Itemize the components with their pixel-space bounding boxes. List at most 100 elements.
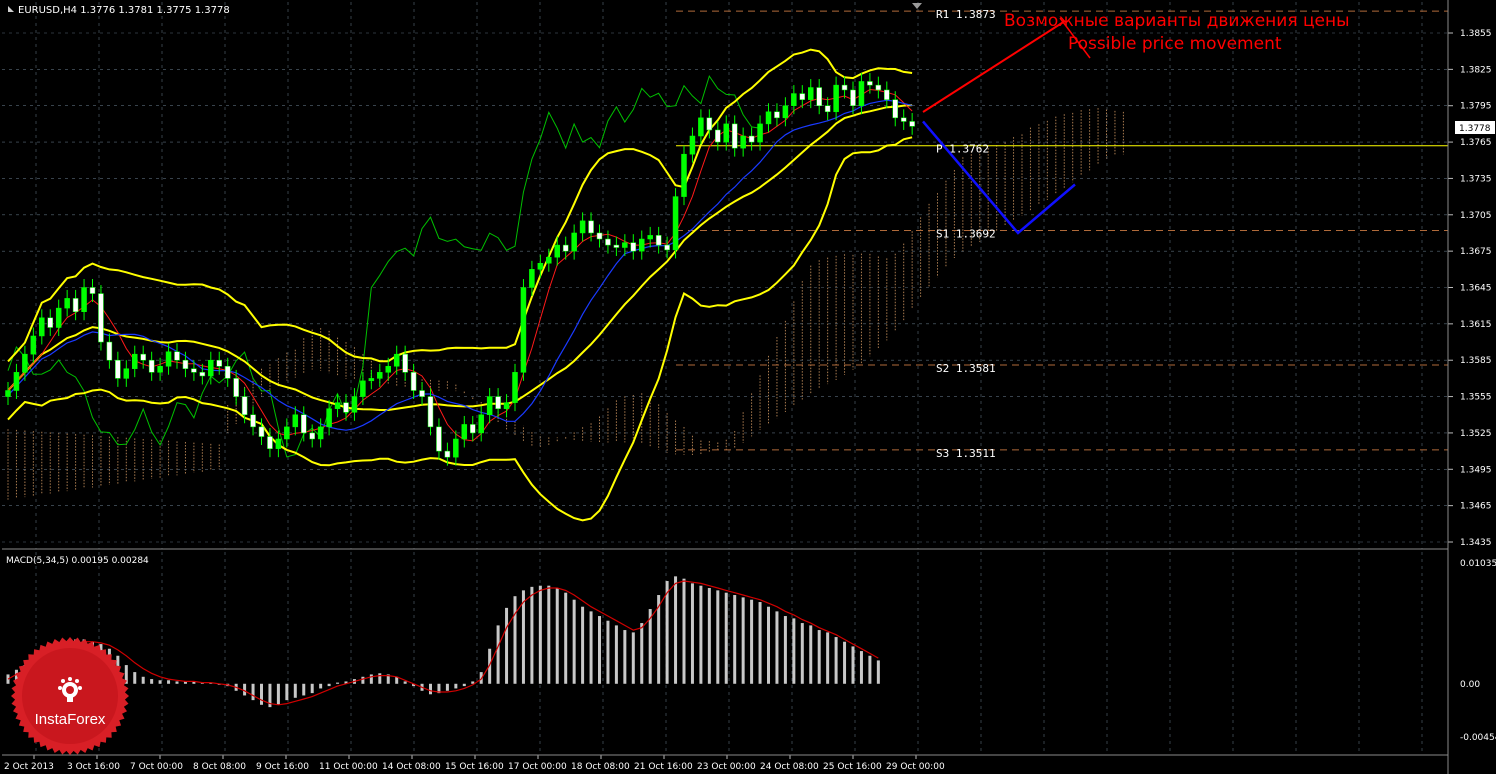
macd-bar bbox=[530, 586, 534, 684]
candle-body bbox=[655, 235, 662, 246]
macd-bar bbox=[581, 606, 585, 684]
candle-body bbox=[850, 89, 856, 106]
candle-body bbox=[199, 372, 206, 377]
candle-body bbox=[81, 287, 87, 312]
macd-bar bbox=[462, 683, 466, 687]
candle-body bbox=[495, 396, 501, 409]
candle-body bbox=[816, 87, 822, 106]
macd-bar bbox=[826, 632, 830, 684]
instaforex-logo: InstaForex bbox=[11, 637, 129, 755]
macd-bar bbox=[251, 683, 255, 701]
candle-body bbox=[55, 307, 62, 328]
candle-body bbox=[689, 135, 696, 155]
price-tick-label: 1.3495 bbox=[1460, 465, 1492, 475]
candle-body bbox=[224, 366, 231, 379]
candle-body bbox=[571, 232, 577, 252]
candle-body bbox=[630, 242, 637, 252]
macd-bar bbox=[792, 618, 796, 684]
trading-chart[interactable]: R1 1.3873P 1.3762S1 1.3692S2 1.3581S3 1.… bbox=[0, 0, 1496, 774]
candle-body bbox=[554, 244, 560, 258]
candle-body bbox=[72, 298, 79, 312]
candle-body bbox=[402, 353, 408, 373]
macd-bar bbox=[733, 595, 737, 684]
candle-body bbox=[47, 317, 53, 328]
macd-bar bbox=[606, 620, 610, 684]
time-tick-label: 23 Oct 00:00 bbox=[697, 762, 756, 772]
time-tick-label: 2 Oct 2013 bbox=[4, 762, 54, 772]
current-price-label: 1.3778 bbox=[1459, 124, 1491, 134]
macd-tick-label: -0.00454 bbox=[1460, 733, 1496, 743]
candle-body bbox=[791, 93, 797, 106]
macd-bar bbox=[243, 683, 247, 696]
candle-body bbox=[267, 436, 273, 449]
macd-bar bbox=[378, 673, 382, 684]
macd-bar bbox=[589, 611, 593, 684]
candle-body bbox=[799, 93, 806, 100]
macd-bar bbox=[327, 683, 331, 687]
candle-body bbox=[351, 396, 358, 413]
pivot-label-s1: S1 1.3692 bbox=[936, 228, 996, 241]
price-tick-label: 1.3855 bbox=[1460, 29, 1492, 39]
candle-body bbox=[529, 269, 535, 288]
macd-bar bbox=[564, 592, 568, 684]
candle-body bbox=[165, 351, 172, 367]
price-tick-label: 1.3765 bbox=[1460, 138, 1492, 148]
macd-bar bbox=[319, 683, 323, 689]
time-tick-label: 15 Oct 16:00 bbox=[445, 762, 504, 772]
macd-bar bbox=[293, 683, 297, 698]
pivot-label-s2: S2 1.3581 bbox=[936, 362, 996, 375]
candle-body bbox=[647, 235, 653, 240]
candle-body bbox=[157, 366, 163, 373]
macd-bar bbox=[843, 641, 847, 684]
time-tick-label: 7 Oct 00:00 bbox=[130, 762, 183, 772]
candle-body bbox=[233, 378, 239, 397]
candle-body bbox=[909, 121, 915, 127]
candle-body bbox=[115, 359, 121, 379]
candle-body bbox=[334, 402, 341, 409]
candle-body bbox=[326, 408, 332, 428]
macd-bar bbox=[310, 683, 314, 694]
candle-body bbox=[900, 117, 907, 122]
price-tick-label: 1.3705 bbox=[1460, 211, 1492, 221]
candle-body bbox=[478, 414, 484, 434]
candle-body bbox=[292, 414, 299, 428]
candle-body bbox=[393, 353, 400, 367]
price-tick-label: 1.3585 bbox=[1460, 356, 1492, 366]
candle-body bbox=[858, 81, 865, 106]
macd-header: MACD(5,34,5) 0.00195 0.00284 bbox=[6, 556, 149, 566]
macd-bar bbox=[876, 660, 880, 684]
candle-body bbox=[639, 238, 645, 252]
chart-background bbox=[0, 0, 1496, 774]
macd-bar bbox=[665, 581, 669, 684]
macd-bar bbox=[285, 683, 289, 701]
time-tick-label: 3 Oct 16:00 bbox=[67, 762, 120, 772]
macd-bar bbox=[690, 583, 694, 684]
candle-body bbox=[436, 426, 442, 452]
candle-body bbox=[250, 414, 256, 428]
candle-body bbox=[89, 287, 96, 294]
candle-body bbox=[241, 396, 248, 416]
macd-bar bbox=[555, 588, 559, 684]
candle-body bbox=[698, 117, 704, 137]
candle-body bbox=[706, 117, 713, 131]
candle-body bbox=[867, 81, 873, 86]
price-tick-label: 1.3795 bbox=[1460, 102, 1492, 112]
macd-bar bbox=[302, 683, 306, 696]
candle-body bbox=[377, 372, 383, 379]
macd-bar bbox=[716, 590, 720, 684]
price-tick-label: 1.3525 bbox=[1460, 429, 1492, 439]
time-tick-label: 25 Oct 16:00 bbox=[823, 762, 882, 772]
macd-bar bbox=[783, 616, 787, 684]
candle-body bbox=[782, 105, 789, 119]
candle-body bbox=[385, 366, 391, 373]
macd-bar bbox=[834, 637, 838, 684]
macd-bar bbox=[538, 585, 542, 684]
candle-body bbox=[360, 380, 366, 397]
candle-body bbox=[284, 426, 290, 440]
candle-body bbox=[13, 372, 20, 391]
macd-bar bbox=[496, 625, 500, 684]
macd-bar bbox=[868, 655, 872, 684]
candle-body bbox=[841, 84, 848, 91]
candle-body bbox=[182, 359, 189, 369]
price-tick-label: 1.3555 bbox=[1460, 393, 1492, 403]
